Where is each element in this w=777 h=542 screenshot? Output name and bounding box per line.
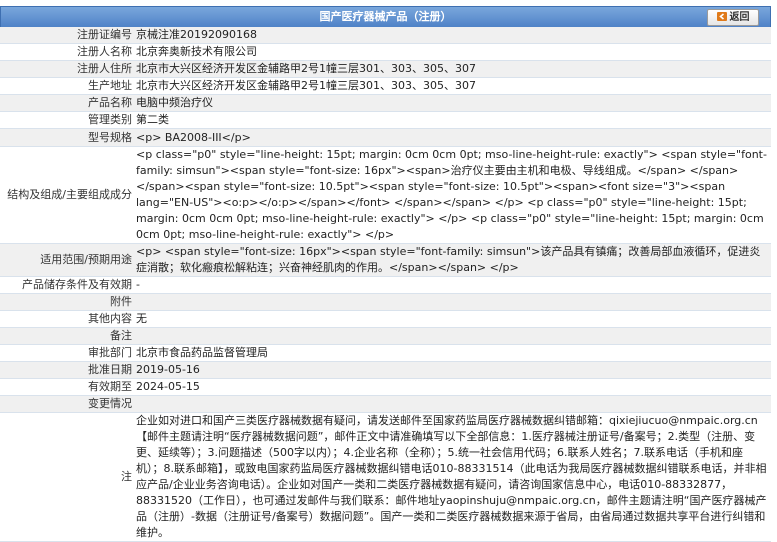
label-attachment: 附件 (0, 293, 134, 311)
row-approval-date: 批准日期 2019-05-16 (0, 361, 771, 379)
label-product-name: 产品名称 (0, 94, 134, 112)
row-note: 注 企业如对进口和国产三类医疗器械数据有疑问，请发送邮件至国家药监局医疗器械数据… (0, 412, 771, 542)
label-approval-dept: 审批部门 (0, 344, 134, 362)
label-structure: 结构及组成/主要组成成分 (0, 146, 134, 244)
back-arrow-icon (716, 12, 727, 21)
label-remark: 备注 (0, 327, 134, 345)
label-storage: 产品储存条件及有效期 (0, 276, 134, 294)
row-remark: 备注 (0, 327, 771, 345)
row-reg-number: 注册证编号 京械注准20192090168 (0, 27, 771, 44)
value-changes (134, 395, 771, 413)
value-storage: - (134, 276, 771, 294)
value-remark (134, 327, 771, 345)
title-bar: 国产医疗器械产品（注册） 返回 (0, 6, 771, 28)
label-registrant-address: 注册人住所 (0, 60, 134, 78)
value-model-spec: <p> BA2008-III</p> (134, 128, 771, 147)
back-button-label: 返回 (729, 12, 750, 23)
row-attachment: 附件 (0, 293, 771, 311)
row-structure: 结构及组成/主要组成成分 <p class="p0" style="line-h… (0, 146, 771, 244)
label-changes: 变更情况 (0, 395, 134, 413)
value-note: 企业如对进口和国产三类医疗器械数据有疑问，请发送邮件至国家药监局医疗器械数据纠错… (134, 412, 771, 542)
label-registrant-name: 注册人名称 (0, 43, 134, 61)
row-intended-use: 适用范围/预期用途 <p> <span style="font-size: 16… (0, 243, 771, 277)
label-note: 注 (0, 412, 134, 542)
value-structure: <p class="p0" style="line-height: 15pt; … (134, 146, 771, 244)
label-reg-number: 注册证编号 (0, 27, 134, 44)
detail-table: 注册证编号 京械注准20192090168 注册人名称 北京奔奥新技术有限公司 … (0, 27, 771, 542)
row-valid-until: 有效期至 2024-05-15 (0, 378, 771, 396)
back-button[interactable]: 返回 (707, 9, 759, 26)
value-production-address: 北京市大兴区经济开发区金辅路甲2号1幢三层301、303、305、307 (134, 77, 771, 95)
row-production-address: 生产地址 北京市大兴区经济开发区金辅路甲2号1幢三层301、303、305、30… (0, 77, 771, 95)
page-title: 国产医疗器械产品（注册） (319, 10, 452, 23)
row-storage: 产品储存条件及有效期 - (0, 276, 771, 294)
row-product-name: 产品名称 电脑中频治疗仪 (0, 94, 771, 112)
label-intended-use: 适用范围/预期用途 (0, 243, 134, 277)
value-valid-until: 2024-05-15 (134, 378, 771, 396)
label-production-address: 生产地址 (0, 77, 134, 95)
row-registrant-name: 注册人名称 北京奔奥新技术有限公司 (0, 43, 771, 61)
page: 国产医疗器械产品（注册） 返回 注册证编号 京械注准20192090168 注册… (0, 0, 777, 542)
value-category: 第二类 (134, 111, 771, 129)
value-attachment (134, 293, 771, 311)
value-registrant-address: 北京市大兴区经济开发区金辅路甲2号1幢三层301、303、305、307 (134, 60, 771, 78)
label-approval-date: 批准日期 (0, 361, 134, 379)
row-category: 管理类别 第二类 (0, 111, 771, 129)
row-changes: 变更情况 (0, 395, 771, 413)
value-intended-use: <p> <span style="font-size: 16px"><span … (134, 243, 771, 277)
value-product-name: 电脑中频治疗仪 (134, 94, 771, 112)
label-category: 管理类别 (0, 111, 134, 129)
row-other: 其他内容 无 (0, 310, 771, 328)
value-approval-dept: 北京市食品药品监督管理局 (134, 344, 771, 362)
value-registrant-name: 北京奔奥新技术有限公司 (134, 43, 771, 61)
row-model-spec: 型号规格 <p> BA2008-III</p> (0, 128, 771, 147)
value-approval-date: 2019-05-16 (134, 361, 771, 379)
label-model-spec: 型号规格 (0, 128, 134, 147)
label-other: 其他内容 (0, 310, 134, 328)
label-valid-until: 有效期至 (0, 378, 134, 396)
value-other: 无 (134, 310, 771, 328)
row-approval-dept: 审批部门 北京市食品药品监督管理局 (0, 344, 771, 362)
value-reg-number: 京械注准20192090168 (134, 27, 771, 44)
row-registrant-address: 注册人住所 北京市大兴区经济开发区金辅路甲2号1幢三层301、303、305、3… (0, 60, 771, 78)
